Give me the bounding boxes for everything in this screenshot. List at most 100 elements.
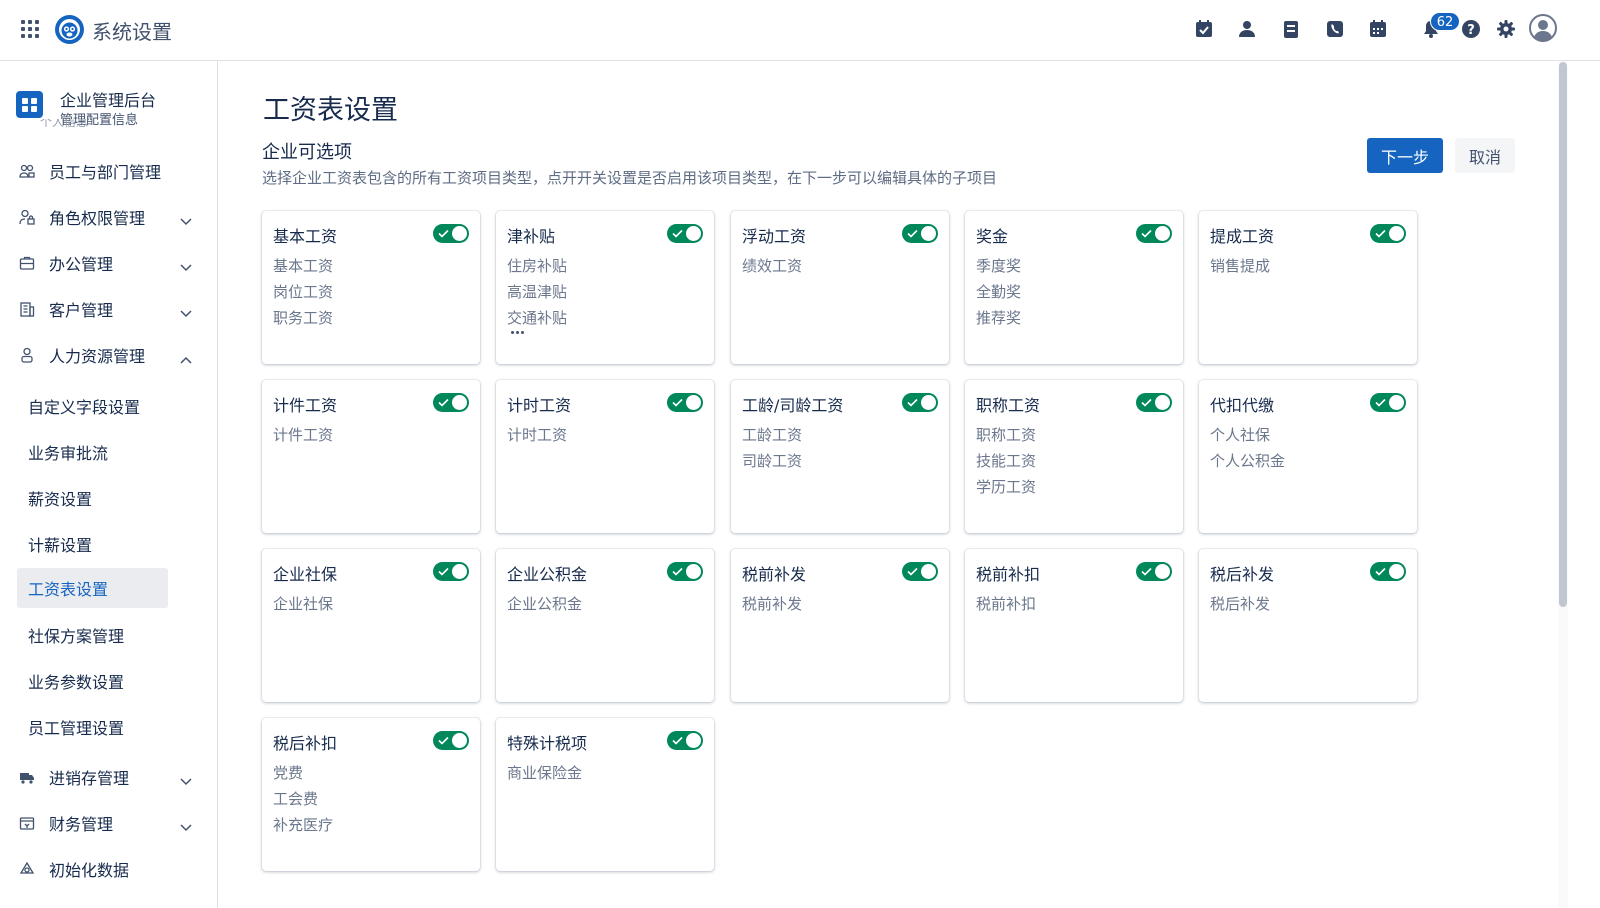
sidebar-subitem-employee-mgmt[interactable]: 员工管理设置 [17,707,168,747]
toggle-knob [686,564,701,579]
sidebar-item-office[interactable]: 办公管理 [16,244,202,282]
toggle-knob [921,226,936,241]
toggle-knob [452,733,467,748]
card-title: 税后补发 [1210,565,1275,584]
payroll-item-card: 计件工资 计件工资 [262,380,480,533]
sidebar-item-label: 初始化数据 [49,861,130,880]
card-subitem: 交通补贴 [507,309,568,327]
check-icon [672,567,683,576]
sidebar: 企业管理后台 管理配置信息 个人信息 员工与部门管理 角色权限管理 办公管理 客… [0,61,218,908]
card-subitem-list: 税后补发 [1210,591,1270,617]
toggle-knob [686,395,701,410]
card-subitem: 税后补发 [1210,595,1271,613]
enable-toggle[interactable] [667,731,703,750]
contact-icon[interactable] [1236,18,1258,40]
chevron-up-icon [180,349,192,368]
payroll-item-card: 津补贴 住房补贴 高温津贴 交通补贴 [496,211,714,364]
card-subitem: 工会费 [273,790,319,808]
card-subitem-list: 个人社保 个人公积金 [1210,422,1285,474]
calendar-icon[interactable] [1367,18,1389,40]
card-subitem-list: 销售提成 [1210,253,1270,279]
payroll-item-card: 税前补发 税前补发 [731,549,949,702]
check-icon [672,398,683,407]
app-logo [55,15,84,44]
enable-toggle[interactable] [902,393,938,412]
sidebar-subitem-business-params[interactable]: 业务参数设置 [17,661,168,701]
sidebar-item-label: 客户管理 [49,301,114,320]
enable-toggle[interactable] [902,224,938,243]
card-title: 税后补扣 [273,734,338,753]
enable-toggle[interactable] [1136,393,1172,412]
enable-toggle[interactable] [1370,224,1406,243]
sidebar-item-roles[interactable]: 角色权限管理 [16,198,202,236]
enable-toggle[interactable] [1370,393,1406,412]
sidebar-item-label: 进销存管理 [49,769,130,788]
document-icon[interactable] [1280,18,1302,40]
sidebar-subitem-pay-calc[interactable]: 计薪设置 [17,524,168,564]
enable-toggle[interactable] [1136,224,1172,243]
org-icon [17,161,37,181]
card-subitem-list: 计件工资 [273,422,333,448]
enable-toggle[interactable] [433,393,469,412]
card-title: 特殊计税项 [507,734,588,753]
toggle-knob [921,564,936,579]
card-subitem: 工龄工资 [742,426,803,444]
card-subitem-list: 企业公积金 [507,591,582,617]
check-icon [1141,398,1152,407]
card-subitem-list: 职称工资 技能工资 学历工资 [976,422,1036,500]
payroll-item-card: 特殊计税项 商业保险金 [496,718,714,871]
sidebar-item-init-data[interactable]: 初始化数据 [16,850,202,888]
toggle-knob [452,395,467,410]
scrollbar-thumb[interactable] [1559,62,1567,607]
sidebar-subitem-salary-settings[interactable]: 薪资设置 [17,478,168,518]
avatar-icon[interactable] [1529,14,1557,42]
card-subitem: 销售提成 [1210,257,1271,275]
payroll-item-card: 税后补扣 党费 工会费 补充医疗 [262,718,480,871]
sidebar-item-finance[interactable]: 财务管理 [16,804,202,842]
enable-toggle[interactable] [433,224,469,243]
card-subitem-list: 税前补发 [742,591,802,617]
sidebar-subitem-custom-fields[interactable]: 自定义字段设置 [17,386,168,426]
card-subitem-list: 住房补贴 高温津贴 交通补贴 [507,253,567,331]
sidebar-item-label: 角色权限管理 [49,209,146,228]
sidebar-item-hr[interactable]: 人力资源管理 [16,336,202,374]
enable-toggle[interactable] [667,224,703,243]
sidebar-item-customer[interactable]: 客户管理 [16,290,202,328]
more-icon[interactable] [511,331,524,334]
sidebar-subitem-payroll-table[interactable]: 工资表设置 [17,568,168,608]
enable-toggle[interactable] [1136,562,1172,581]
enable-toggle[interactable] [667,562,703,581]
cancel-button[interactable]: 取消 [1455,138,1515,173]
top-bar: 系统设置 62 ? [0,0,1600,61]
card-subitem: 岗位工资 [273,283,334,301]
card-subitem: 绩效工资 [742,257,803,275]
payroll-item-card: 计时工资 计时工资 [496,380,714,533]
section-description: 选择企业工资表包含的所有工资项目类型，点开开关设置是否启用该项目类型，在下一步可… [262,169,998,187]
phone-icon[interactable] [1324,18,1346,40]
enable-toggle[interactable] [1370,562,1406,581]
card-subitem: 补充医疗 [273,816,334,834]
building-icon [17,299,37,319]
sidebar-item-staff-dept[interactable]: 员工与部门管理 [16,152,202,190]
app-launcher-icon[interactable] [21,20,39,38]
sidebar-item-inventory[interactable]: 进销存管理 [16,758,202,796]
enable-toggle[interactable] [667,393,703,412]
calendar-check-icon[interactable] [1193,18,1215,40]
toggle-knob [1155,395,1170,410]
briefcase-icon [17,253,37,273]
next-step-button[interactable]: 下一步 [1367,138,1443,173]
check-icon [907,229,918,238]
payroll-item-card: 企业公积金 企业公积金 [496,549,714,702]
gear-icon[interactable] [1495,18,1517,40]
card-subitem-list: 工龄工资 司龄工资 [742,422,802,474]
enable-toggle[interactable] [433,731,469,750]
sidebar-subitem-approval-flow[interactable]: 业务审批流 [17,432,168,472]
card-subitem: 住房补贴 [507,257,568,275]
card-subitem: 推荐奖 [976,309,1022,327]
help-icon[interactable]: ? [1460,18,1482,40]
sidebar-subitem-social-insurance[interactable]: 社保方案管理 [17,615,168,655]
card-subitem: 税前补发 [742,595,803,613]
enable-toggle[interactable] [902,562,938,581]
enable-toggle[interactable] [433,562,469,581]
card-subitem-list: 基本工资 岗位工资 职务工资 [273,253,333,331]
